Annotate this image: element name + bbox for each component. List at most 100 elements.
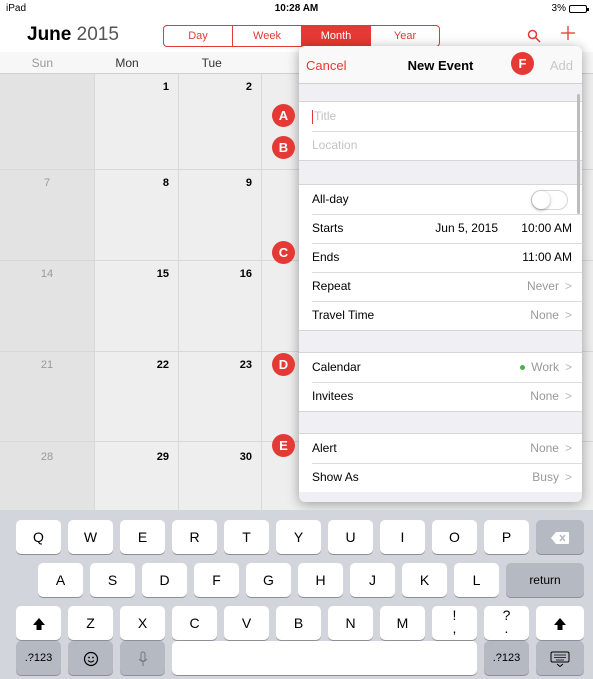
key-k[interactable]: K: [402, 563, 447, 597]
backspace-key[interactable]: [536, 520, 584, 554]
calendar-row[interactable]: Calendar Work >: [299, 353, 582, 382]
emoji-icon: [83, 652, 98, 667]
view-switcher: Day Week Month Year: [163, 25, 440, 47]
shift-key-left[interactable]: [16, 606, 61, 640]
day-cell[interactable]: 30: [179, 442, 262, 510]
key-d[interactable]: D: [142, 563, 187, 597]
calendar-label: Calendar: [312, 360, 361, 374]
view-month[interactable]: Month: [302, 26, 371, 46]
day-cell[interactable]: 28: [0, 442, 95, 510]
all-day-toggle[interactable]: [531, 190, 568, 210]
day-cell[interactable]: 16: [179, 261, 262, 351]
status-time: 10:28 AM: [274, 3, 319, 14]
calendar-value: Work >: [520, 353, 572, 382]
show-as-label: Show As: [312, 470, 359, 484]
day-number: 15: [156, 268, 169, 280]
text-cursor: [312, 109, 313, 124]
repeat-label: Repeat: [312, 279, 351, 293]
day-number: 21: [40, 359, 54, 371]
key-o[interactable]: O: [432, 520, 477, 554]
shift-key-right[interactable]: [536, 606, 584, 640]
key-question-period[interactable]: ? .: [484, 606, 529, 640]
travel-value-text: None: [530, 308, 559, 322]
weekday-tue: Tue: [201, 56, 222, 70]
travel-time-row[interactable]: Travel Time None >: [299, 301, 582, 330]
ends-row[interactable]: Ends 11:00 AM: [299, 243, 582, 272]
month-name: June: [27, 24, 72, 45]
day-cell[interactable]: 15: [95, 261, 179, 351]
starts-time: 10:00 AM: [521, 221, 572, 235]
invitees-row[interactable]: Invitees None >: [299, 382, 582, 411]
key-b[interactable]: B: [276, 606, 321, 640]
key-e[interactable]: E: [120, 520, 165, 554]
key-z[interactable]: Z: [68, 606, 113, 640]
chevron-right-icon: >: [564, 360, 572, 374]
day-cell[interactable]: 1: [95, 74, 179, 169]
marker-a: A: [272, 104, 295, 127]
key-j[interactable]: J: [350, 563, 395, 597]
popover-title: New Event: [407, 58, 474, 73]
space-key[interactable]: [172, 641, 477, 675]
day-cell[interactable]: [0, 74, 95, 169]
view-year[interactable]: Year: [371, 26, 439, 46]
hide-keyboard-key[interactable]: [536, 641, 584, 675]
calendar-section: Calendar Work > Invitees None >: [299, 352, 582, 412]
add-button[interactable]: Add: [550, 58, 573, 73]
day-cell[interactable]: 14: [0, 261, 95, 351]
month-year: 2015: [76, 24, 119, 45]
day-cell[interactable]: 7: [0, 170, 95, 260]
view-week[interactable]: Week: [233, 26, 302, 46]
key-c[interactable]: C: [172, 606, 217, 640]
ends-time: 11:00 AM: [522, 250, 572, 264]
key-f[interactable]: F: [194, 563, 239, 597]
return-key[interactable]: return: [506, 563, 584, 597]
numbers-key-right[interactable]: .?123: [484, 641, 529, 675]
new-event-popover: Cancel New Event Add Title Location All-…: [299, 46, 582, 502]
key-x[interactable]: X: [120, 606, 165, 640]
emoji-key[interactable]: [68, 641, 113, 675]
day-number: 29: [156, 451, 169, 463]
day-cell[interactable]: 29: [95, 442, 179, 510]
key-n[interactable]: N: [328, 606, 373, 640]
key-m[interactable]: M: [380, 606, 425, 640]
key-i[interactable]: I: [380, 520, 425, 554]
key-y[interactable]: Y: [276, 520, 321, 554]
key-q[interactable]: Q: [16, 520, 61, 554]
day-number: 22: [156, 359, 169, 371]
day-cell[interactable]: 8: [95, 170, 179, 260]
day-number: 14: [40, 268, 54, 280]
key-u[interactable]: U: [328, 520, 373, 554]
dictation-key[interactable]: [120, 641, 165, 675]
key-h[interactable]: H: [298, 563, 343, 597]
title-field[interactable]: Title: [299, 102, 582, 131]
location-field[interactable]: Location: [299, 131, 582, 160]
repeat-value-text: Never: [526, 279, 559, 293]
key-g[interactable]: G: [246, 563, 291, 597]
key-r[interactable]: R: [172, 520, 217, 554]
key-p[interactable]: P: [484, 520, 529, 554]
key-t[interactable]: T: [224, 520, 269, 554]
repeat-row[interactable]: Repeat Never >: [299, 272, 582, 301]
key-s[interactable]: S: [90, 563, 135, 597]
day-cell[interactable]: 9: [179, 170, 262, 260]
scrollbar[interactable]: [577, 94, 580, 214]
travel-time-label: Travel Time: [312, 308, 375, 322]
view-day[interactable]: Day: [164, 26, 233, 46]
key-exclaim-comma[interactable]: ! ,: [432, 606, 477, 640]
day-cell[interactable]: 21: [0, 352, 95, 441]
day-cell[interactable]: 2: [179, 74, 262, 169]
show-as-row[interactable]: Show As Busy >: [299, 463, 582, 492]
all-day-row: All-day: [299, 185, 582, 214]
show-as-value-text: Busy: [532, 470, 559, 484]
starts-row[interactable]: Starts Jun 5, 2015 10:00 AM: [299, 214, 582, 243]
day-cell[interactable]: 22: [95, 352, 179, 441]
day-cell[interactable]: 23: [179, 352, 262, 441]
numbers-key-left[interactable]: .?123: [16, 641, 61, 675]
key-w[interactable]: W: [68, 520, 113, 554]
key-a[interactable]: A: [38, 563, 83, 597]
add-event-icon[interactable]: [560, 24, 576, 47]
key-l[interactable]: L: [454, 563, 499, 597]
time-section: All-day Starts Jun 5, 2015 10:00 AM Ends…: [299, 184, 582, 331]
key-v[interactable]: V: [224, 606, 269, 640]
alert-row[interactable]: Alert None >: [299, 434, 582, 463]
